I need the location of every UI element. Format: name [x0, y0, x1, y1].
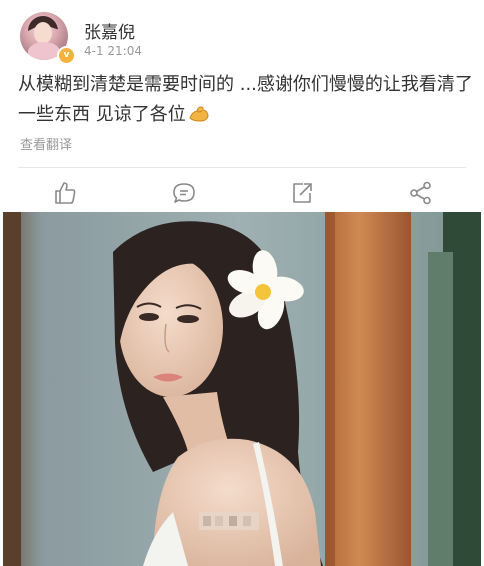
vip-badge-icon: v — [57, 46, 76, 65]
action-bar — [0, 172, 484, 212]
avatar-face — [34, 22, 52, 44]
comment-icon — [171, 180, 197, 206]
author-name[interactable]: 张嘉倪 — [84, 18, 135, 43]
like-button[interactable] — [52, 180, 78, 206]
divider — [18, 167, 466, 168]
repost-button[interactable] — [289, 180, 315, 206]
repost-icon — [289, 180, 315, 206]
thumbs-up-icon — [52, 180, 78, 206]
flexed-biceps-icon — [188, 103, 210, 123]
post-photo[interactable] — [3, 212, 481, 566]
post-text: 从模糊到清楚是需要时间的 ...感谢你们慢慢的让我看清了一些东西 见谅了各位 — [18, 70, 473, 130]
post-timestamp: 4-1 21:04 — [84, 44, 142, 58]
post-text-content: 从模糊到清楚是需要时间的 ...感谢你们慢慢的让我看清了一些东西 见谅了各位 — [18, 74, 473, 125]
share-icon — [408, 180, 434, 206]
comment-button[interactable] — [171, 180, 197, 206]
post-header: v 张嘉倪 4-1 21:04 — [0, 0, 484, 72]
translate-link[interactable]: 查看翻译 — [20, 134, 72, 153]
avatar-body — [28, 42, 60, 60]
share-button[interactable] — [408, 180, 434, 206]
